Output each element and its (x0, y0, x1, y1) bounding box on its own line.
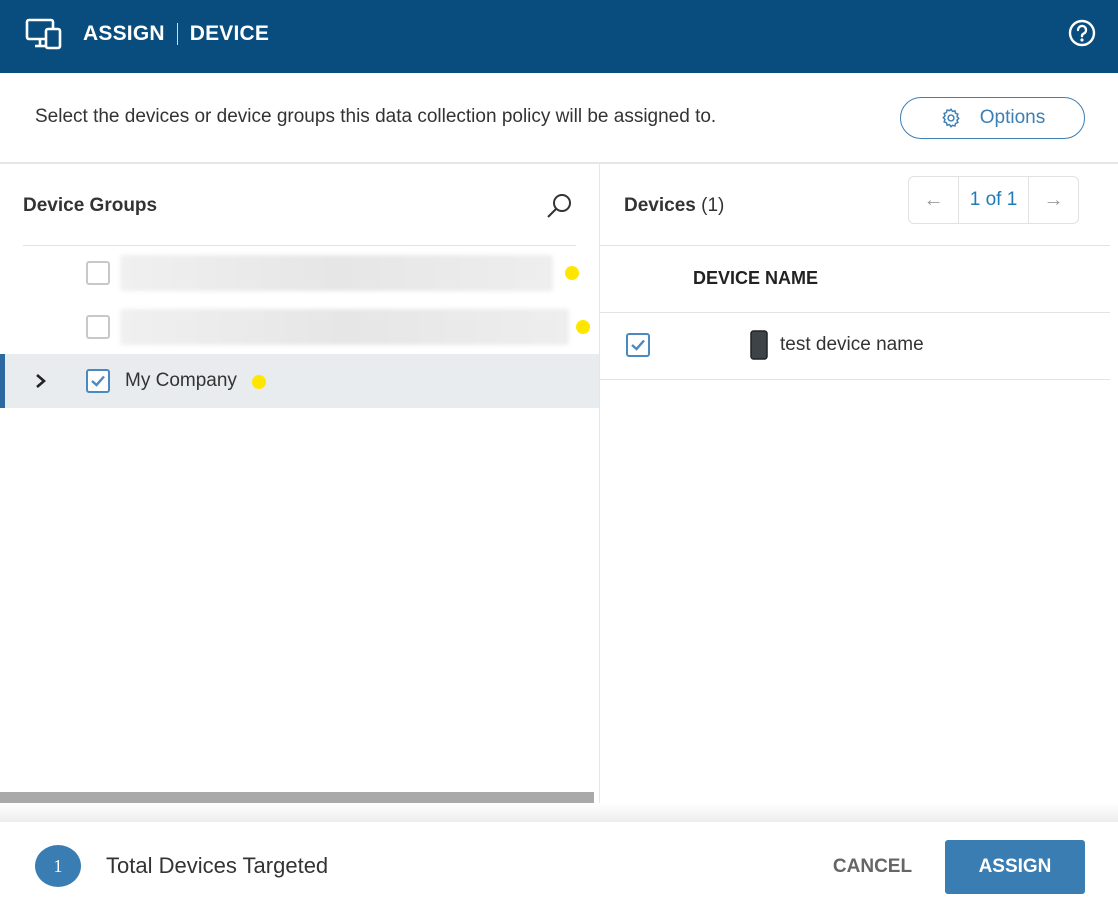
devices-panel: Devices (1) ← 1 of 1 → DEVICE NAME test … (600, 164, 1118, 804)
options-label: Options (979, 107, 1046, 128)
status-dot (576, 320, 590, 334)
instructions-text: Select the devices or device groups this… (35, 106, 717, 127)
devices-icon (25, 18, 62, 50)
redacted-label (120, 255, 553, 291)
title-primary: ASSIGN (83, 22, 165, 45)
gear-icon (942, 108, 960, 128)
title-separator (176, 23, 178, 45)
devices-title-label: Devices (624, 195, 696, 216)
dialog-footer: 1 Total Devices Targeted CANCEL ASSIGN (0, 822, 1118, 908)
device-groups-title: Device Groups (23, 195, 158, 216)
prev-page-button[interactable]: ← (909, 177, 958, 223)
status-dot (252, 375, 266, 389)
tree-item-my-company[interactable]: My Company (0, 354, 599, 408)
options-button[interactable]: Options (900, 97, 1085, 139)
column-header-device-name[interactable]: DEVICE NAME (693, 268, 818, 289)
row-checkbox[interactable] (626, 333, 650, 357)
devices-count: (1) (701, 195, 725, 216)
phone-icon (750, 330, 768, 360)
pagination: ← 1 of 1 → (908, 176, 1079, 224)
tree-item-label: My Company (125, 370, 237, 391)
status-dot (565, 266, 579, 280)
title-secondary: DEVICE (189, 22, 270, 45)
table-row[interactable]: test device name (600, 313, 1110, 379)
devices-title: Devices (1) (624, 195, 724, 217)
tree-item-redacted-1[interactable] (0, 246, 599, 300)
device-name: test device name (780, 334, 924, 355)
help-circle-icon[interactable] (1068, 19, 1096, 47)
tree-item-redacted-2[interactable] (0, 300, 599, 354)
next-page-button[interactable]: → (1029, 177, 1078, 223)
dialog-header: ASSIGN DEVICE (0, 0, 1118, 73)
cancel-button[interactable]: CANCEL (820, 842, 925, 892)
checkmark-icon (631, 339, 645, 351)
device-groups-panel: Device Groups My Company (0, 164, 599, 804)
tree-item-checkbox[interactable] (86, 315, 110, 339)
redacted-label (120, 309, 569, 345)
devices-count-badge: 1 (35, 845, 81, 887)
chevron-right-icon[interactable] (33, 371, 49, 391)
devices-count-label: Total Devices Targeted (106, 853, 329, 878)
checkmark-icon (91, 375, 105, 387)
header-divider (600, 245, 1110, 246)
tree-item-checkbox[interactable] (86, 261, 110, 285)
search-icon[interactable] (545, 192, 573, 220)
page-indicator: 1 of 1 (958, 177, 1029, 223)
footer-shadow (0, 803, 1118, 823)
tree-item-checkbox[interactable] (86, 369, 110, 393)
dialog-title: ASSIGN DEVICE (83, 22, 269, 46)
row-divider (600, 379, 1110, 380)
assign-button[interactable]: ASSIGN (945, 840, 1085, 894)
